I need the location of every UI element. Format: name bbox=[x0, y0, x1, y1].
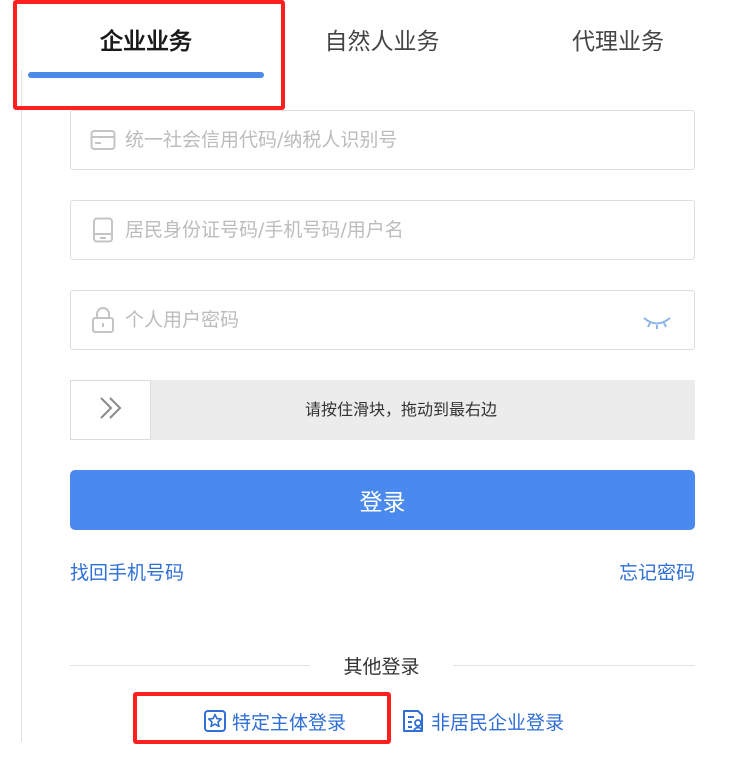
lock-icon bbox=[89, 306, 117, 334]
slider-handle[interactable] bbox=[70, 380, 151, 440]
non-resident-enterprise-login-link[interactable]: 非居民企业登录 bbox=[401, 706, 564, 736]
credit-code-field bbox=[70, 110, 695, 170]
mobile-phone-icon bbox=[89, 216, 117, 244]
divider-right bbox=[453, 665, 695, 666]
account-input[interactable] bbox=[125, 210, 694, 250]
double-chevron-right-icon bbox=[97, 395, 125, 425]
non-resident-enterprise-login-label: 非居民企业登录 bbox=[431, 711, 565, 734]
tab-agent-business[interactable]: 代理业务 bbox=[548, 22, 688, 66]
tab-natural-person-business[interactable]: 自然人业务 bbox=[298, 22, 466, 66]
password-input[interactable] bbox=[125, 300, 694, 340]
tab-enterprise-business[interactable]: 企业业务 bbox=[28, 22, 264, 66]
recover-phone-link[interactable]: 找回手机号码 bbox=[70, 558, 184, 585]
business-tabs: 企业业务 自然人业务 代理业务 bbox=[0, 0, 738, 90]
id-card-icon bbox=[401, 708, 427, 734]
login-button[interactable]: 登录 bbox=[70, 470, 695, 530]
password-field bbox=[70, 290, 695, 350]
slider-hint: 请按住滑块，拖动到最右边 bbox=[304, 400, 497, 419]
forgot-password-link[interactable]: 忘记密码 bbox=[619, 558, 695, 585]
credit-code-input[interactable] bbox=[125, 120, 694, 160]
left-separator bbox=[21, 70, 22, 742]
card-icon bbox=[89, 126, 117, 154]
divider-left bbox=[70, 665, 310, 666]
star-badge-icon bbox=[202, 708, 228, 734]
slider-captcha: 请按住滑块，拖动到最右边 bbox=[70, 380, 695, 440]
other-login-title: 其他登录 bbox=[343, 656, 420, 678]
active-tab-underline bbox=[28, 72, 264, 78]
specific-entity-login-label: 特定主体登录 bbox=[232, 711, 347, 734]
login-panel: 企业业务 自然人业务 代理业务 统一社会信用代码/纳税人识别号 居民身份证号码/… bbox=[0, 0, 738, 762]
closed-eye-icon[interactable] bbox=[642, 309, 672, 333]
account-field bbox=[70, 200, 695, 260]
specific-entity-login-link[interactable]: 特定主体登录 bbox=[202, 706, 346, 736]
